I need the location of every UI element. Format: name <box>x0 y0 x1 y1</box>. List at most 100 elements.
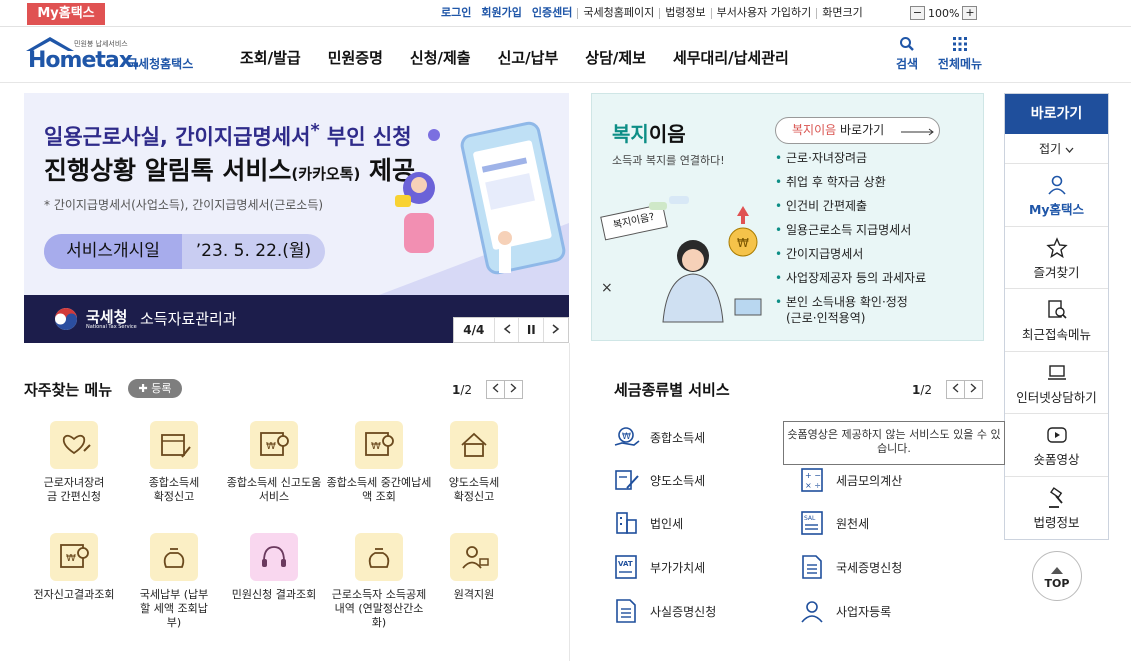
tax-label: 종합소득세 <box>650 430 706 445</box>
play-icon <box>1046 427 1067 443</box>
signup-link[interactable]: 회원가입 <box>476 6 526 20</box>
tile-income-tax-filing[interactable]: 종합소득세 확정신고 <box>124 421 224 504</box>
tax-capital-gains[interactable]: 양도소득세 <box>614 468 705 492</box>
quick-internet-consult[interactable]: 인터넷상담하기 <box>1005 352 1108 414</box>
quick-favorites[interactable]: 즐겨찾기 <box>1005 227 1108 289</box>
hometax-page: My홈택스 로그인 회원가입 인증센터 국세청홈페이지 법령정보 부서사용자 가… <box>0 0 1131 661</box>
welfare-go-button[interactable]: 복지이음 바로가기 <box>775 117 940 144</box>
frequent-next-button[interactable] <box>504 380 524 399</box>
chevron-left-icon <box>952 383 959 393</box>
money-bag-icon <box>150 533 198 581</box>
pause-icon: II <box>526 323 536 337</box>
frequent-add-button[interactable]: ✚ 등록 <box>128 379 182 398</box>
tax-simulation[interactable]: + − × ÷ 세금모의계산 <box>800 468 902 492</box>
tax-fact-certificate[interactable]: 사실증명신청 <box>614 599 716 623</box>
banner-pager: 4/4 II <box>453 317 569 343</box>
tax-label: 법인세 <box>650 516 684 531</box>
tax-withholding[interactable]: SAL 원천세 <box>800 511 869 535</box>
dept-user-signup-link[interactable]: 부서사용자 가입하기 <box>712 6 817 20</box>
welfare-title-b: 이음 <box>648 122 686 146</box>
quick-law-info[interactable]: 법령정보 <box>1005 477 1108 540</box>
search-icon <box>900 37 914 51</box>
quick-label: 법령정보 <box>1033 514 1080 530</box>
tax-vat[interactable]: VAT 부가가치세 <box>614 555 705 579</box>
login-link[interactable]: 로그인 <box>436 6 476 20</box>
all-menu-button[interactable]: 전체메뉴 <box>934 36 986 72</box>
banner-line2: 진행상황 알림톡 서비스(카카오톡) 제공 <box>44 151 415 187</box>
law-info-link[interactable]: 법령정보 <box>660 6 710 20</box>
nav-inquiry[interactable]: 조회/발급 <box>240 47 301 68</box>
utility-links: 로그인 회원가입 인증센터 국세청홈페이지 법령정보 부서사용자 가입하기 화면… <box>436 6 868 20</box>
tax-certificate[interactable]: 국세증명신청 <box>800 555 902 579</box>
banner-next-button[interactable] <box>543 318 568 342</box>
nts-homepage-link[interactable]: 국세청홈페이지 <box>578 6 659 20</box>
scroll-top-button[interactable]: TOP <box>1032 551 1082 601</box>
tax-label: 국세증명신청 <box>836 560 903 575</box>
welfare-item[interactable]: 사업장제공자 등의 과세자료 <box>775 270 926 294</box>
tile-label: 근로소득자 소득공제 내역 (연말정산간소화) <box>331 588 427 629</box>
vat-document-icon: VAT <box>615 555 637 579</box>
banner-pause-button[interactable]: II <box>518 318 543 342</box>
nav-tax-agent[interactable]: 세무대리/납세관리 <box>673 47 789 68</box>
tile-remote-support[interactable]: 원격지원 <box>424 533 524 602</box>
search-button[interactable]: 검색 <box>892 36 922 72</box>
tax-business-registration[interactable]: 사업자등록 <box>800 599 891 623</box>
tile-interim-prepayment[interactable]: ₩ 종합소득세 중간예납세액 조회 <box>324 421 434 504</box>
my-hometax-tab[interactable]: My홈택스 <box>27 3 105 25</box>
tile-civil-result[interactable]: 민원신청 결과조회 <box>224 533 324 602</box>
tile-filing-help[interactable]: ₩ 종합소득세 신고도움 서비스 <box>224 421 324 504</box>
welfare-btn-name: 복지이음 <box>792 123 837 137</box>
tax-label: 사업자등록 <box>836 604 892 619</box>
tax-type-title: 세금종류별 서비스 <box>614 381 730 399</box>
welfare-item[interactable]: 인건비 간편제출 <box>775 198 926 222</box>
zoom-control: − 100% + <box>910 6 978 20</box>
quick-shorts-video[interactable]: 숏폼영상 <box>1005 414 1108 477</box>
quick-my-hometax[interactable]: My홈택스 <box>1005 164 1108 227</box>
welfare-item[interactable]: 취업 후 학자금 상환 <box>775 174 926 198</box>
screen-size-label: 화면크기 <box>822 6 863 19</box>
welfare-item[interactable]: 근로·자녀장려금 <box>775 150 926 174</box>
cert-center-link[interactable]: 인증센터 <box>527 6 577 20</box>
star-icon <box>1045 236 1068 258</box>
page-total: /2 <box>460 382 473 397</box>
main-banner[interactable]: 일용근로사실, 간이지급명세서* 부인 신청 진행상황 알림톡 서비스(카카오톡… <box>24 93 569 343</box>
tile-year-end-settlement[interactable]: 근로소득자 소득공제 내역 (연말정산간소화) <box>324 533 434 630</box>
tax-comprehensive-income[interactable]: ₩ 종합소득세 <box>614 425 705 449</box>
quick-recent-menu[interactable]: 최근접속메뉴 <box>1005 289 1108 352</box>
tax-type-prev-button[interactable] <box>946 380 966 399</box>
welfare-item[interactable]: 간이지급명세서 <box>775 246 926 270</box>
nav-filing[interactable]: 신고/납부 <box>498 47 559 68</box>
tile-label: 종합소득세 중간예납세액 조회 <box>326 476 432 503</box>
tax-type-next-button[interactable] <box>964 380 984 399</box>
nav-application[interactable]: 신청/제출 <box>410 47 471 68</box>
salary-document-icon: SAL <box>801 511 823 535</box>
document-won-search-icon: ₩ <box>355 421 403 469</box>
zoom-in-button[interactable]: + <box>962 6 978 20</box>
top-utility-bar: My홈택스 로그인 회원가입 인증센터 국세청홈페이지 법령정보 부서사용자 가… <box>0 0 1131 27</box>
gavel-icon <box>1048 486 1063 508</box>
welfare-item[interactable]: 본인 소득내용 확인·정정 (근로·인적용역) <box>775 294 925 326</box>
user-icon <box>801 601 823 623</box>
tile-e-filing-result[interactable]: ₩ 전자신고결과조회 <box>24 533 124 602</box>
calculator-icon: + −× ÷ <box>801 468 823 492</box>
quick-fold-button[interactable]: 접기 <box>1005 134 1108 164</box>
document-won-search-icon: ₩ <box>250 421 298 469</box>
welfare-title: 복지이음 <box>612 118 686 147</box>
banner-date-pill: 서비스개시일 ’23. 5. 22.(월) <box>44 234 325 269</box>
welfare-panel: 복지이음 소득과 복지를 연결하다! 복지이음 바로가기 근로·자녀장려금 취업… <box>591 93 984 341</box>
banner-prev-button[interactable] <box>493 318 519 342</box>
svg-text:₩: ₩ <box>266 441 276 452</box>
welfare-item[interactable]: 일용근로소득 지급명세서 <box>775 222 926 246</box>
nav-certificate[interactable]: 민원증명 <box>328 47 383 68</box>
tile-earned-income-credit[interactable]: 근로자녀장려금 간편신청 <box>24 421 124 504</box>
tile-tax-payment[interactable]: 국세납부 (납부할 세액 조회납부) <box>124 533 224 630</box>
frequent-prev-button[interactable] <box>486 380 506 399</box>
zoom-out-button[interactable]: − <box>910 6 925 20</box>
tile-capital-gains-filing[interactable]: 양도소득세 확정신고 <box>424 421 524 504</box>
nav-consult[interactable]: 상담/제보 <box>585 47 646 68</box>
laptop-icon <box>1047 364 1066 380</box>
tax-corporate[interactable]: 법인세 <box>614 511 683 535</box>
document-edit-icon <box>615 470 639 490</box>
frequent-pager: 1/2 <box>452 380 524 399</box>
hometax-logo[interactable]: 민원봉 납세서비스 Hometax. 국세청홈택스 <box>24 35 204 73</box>
